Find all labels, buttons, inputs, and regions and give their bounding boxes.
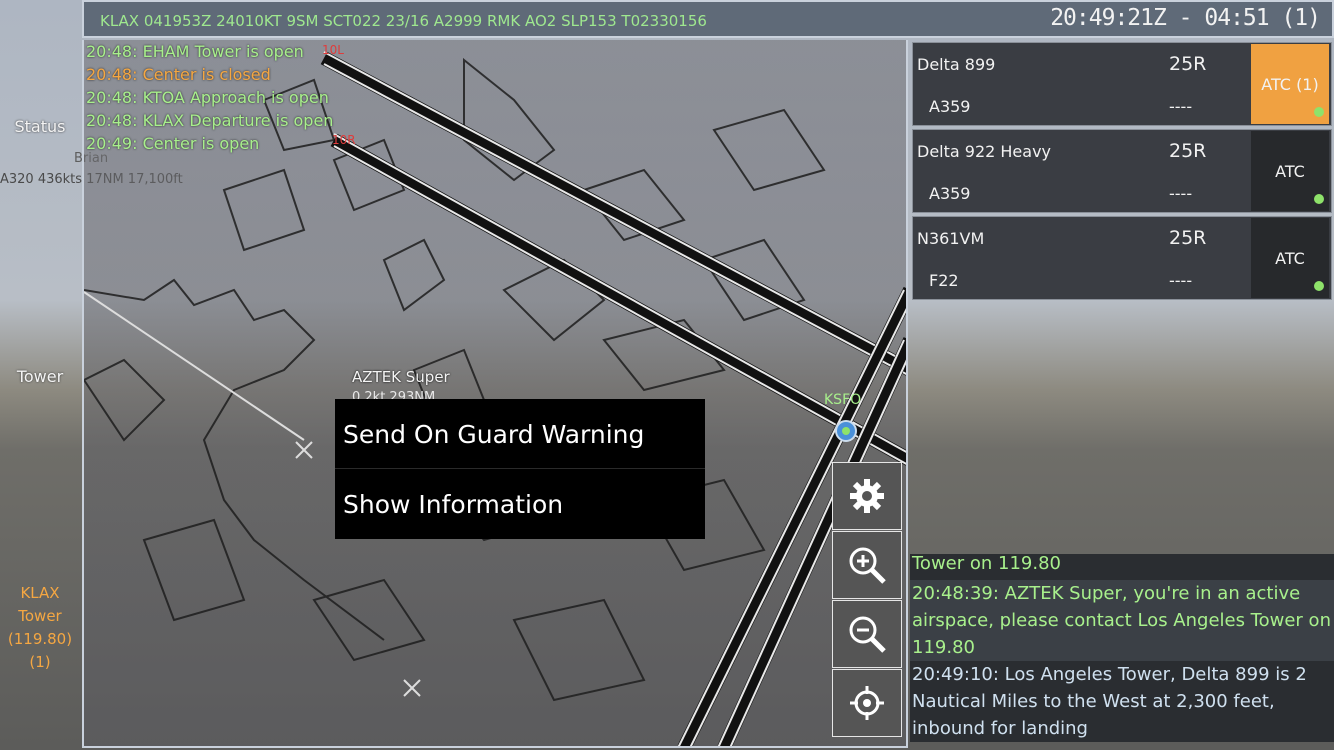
runway-mark-10R: 10R xyxy=(332,133,356,147)
strip-atc-label: ATC xyxy=(1275,248,1305,268)
zoom-out-icon xyxy=(849,616,886,653)
strip-atc-label: ATC (1) xyxy=(1261,74,1319,94)
gear-icon xyxy=(850,479,884,513)
strip-squawk: ---- xyxy=(1169,97,1193,116)
log-line: 20:49: Center is open xyxy=(86,134,260,153)
metar-text: KLAX 041953Z 24010KT 9SM SCT022 23/16 A2… xyxy=(100,12,707,30)
zoom-in-icon xyxy=(849,547,886,584)
strip-atc-button[interactable]: ATC xyxy=(1251,131,1329,211)
settings-button[interactable] xyxy=(832,462,902,530)
strip-aircraft-type: A359 xyxy=(929,184,971,203)
zoom-out-button[interactable] xyxy=(832,600,902,668)
flight-strip[interactable]: Delta 922 Heavy 25R A359 ---- ATC xyxy=(912,129,1332,213)
strip-runway: 25R xyxy=(1169,53,1207,75)
session-clock: 20:49:21Z - 04:51 (1) xyxy=(1050,5,1321,31)
log-line: 20:48: EHAM Tower is open xyxy=(86,42,304,61)
online-indicator xyxy=(1314,194,1324,204)
strip-callsign: N361VM xyxy=(917,229,985,248)
freq-count: (1) xyxy=(29,653,51,671)
chat-message: Tower on 119.80 xyxy=(910,554,1334,580)
strip-callsign: Delta 922 Heavy xyxy=(917,142,1052,161)
waypoint-label: KSFO xyxy=(824,392,862,408)
strip-atc-label: ATC xyxy=(1275,161,1305,181)
strip-atc-button[interactable]: ATC (1) xyxy=(1251,44,1329,124)
online-indicator xyxy=(1314,281,1324,291)
context-menu: Send On Guard Warning Show Information xyxy=(335,399,705,539)
strip-squawk: ---- xyxy=(1169,271,1193,290)
zoom-in-button[interactable] xyxy=(832,531,902,599)
chat-message: 20:49:10: Los Angeles Tower, Delta 899 i… xyxy=(910,661,1334,742)
crosshair-icon xyxy=(850,686,884,720)
send-guard-warning-item[interactable]: Send On Guard Warning xyxy=(335,399,705,469)
radar-map[interactable]: 10L 10R 20:48: EHAM Tower is open 20:48:… xyxy=(82,40,908,748)
strip-aircraft-type: A359 xyxy=(929,97,971,116)
show-information-item[interactable]: Show Information xyxy=(335,469,705,538)
log-line: 20:48: Center is closed xyxy=(86,65,271,84)
metar-bar: KLAX 041953Z 24010KT 9SM SCT022 23/16 A2… xyxy=(82,0,1334,38)
status-tab[interactable]: Status xyxy=(0,117,80,136)
event-log: 20:48: EHAM Tower is open 20:48: Center … xyxy=(86,40,333,155)
chat-message: 20:48:39: AZTEK Super, you're in an acti… xyxy=(910,580,1334,661)
tower-tab[interactable]: Tower xyxy=(0,367,80,386)
log-line: 20:48: KTOA Approach is open xyxy=(86,88,329,107)
flight-strip[interactable]: Delta 899 25R A359 ---- ATC (1) xyxy=(912,42,1332,126)
online-indicator xyxy=(1314,107,1324,117)
frequency-button[interactable]: KLAX Tower (119.80) (1) xyxy=(0,582,80,674)
strip-runway: 25R xyxy=(1169,140,1207,162)
aircraft-label[interactable]: AZTEK Super xyxy=(352,368,450,386)
log-line: 20:48: KLAX Departure is open xyxy=(86,111,334,130)
strip-runway: 25R xyxy=(1169,227,1207,249)
strip-squawk: ---- xyxy=(1169,184,1193,203)
center-button[interactable] xyxy=(832,669,902,737)
flight-strip[interactable]: N361VM 25R F22 ---- ATC xyxy=(912,216,1332,300)
freq-airport: KLAX xyxy=(20,584,60,602)
freq-facility: Tower xyxy=(18,607,62,625)
transmission-log[interactable]: Tower on 119.80 20:48:39: AZTEK Super, y… xyxy=(910,554,1334,750)
freq-value: (119.80) xyxy=(7,630,73,648)
strip-aircraft-type: F22 xyxy=(929,271,959,290)
strip-atc-button[interactable]: ATC xyxy=(1251,218,1329,298)
strip-callsign: Delta 899 xyxy=(917,55,996,74)
